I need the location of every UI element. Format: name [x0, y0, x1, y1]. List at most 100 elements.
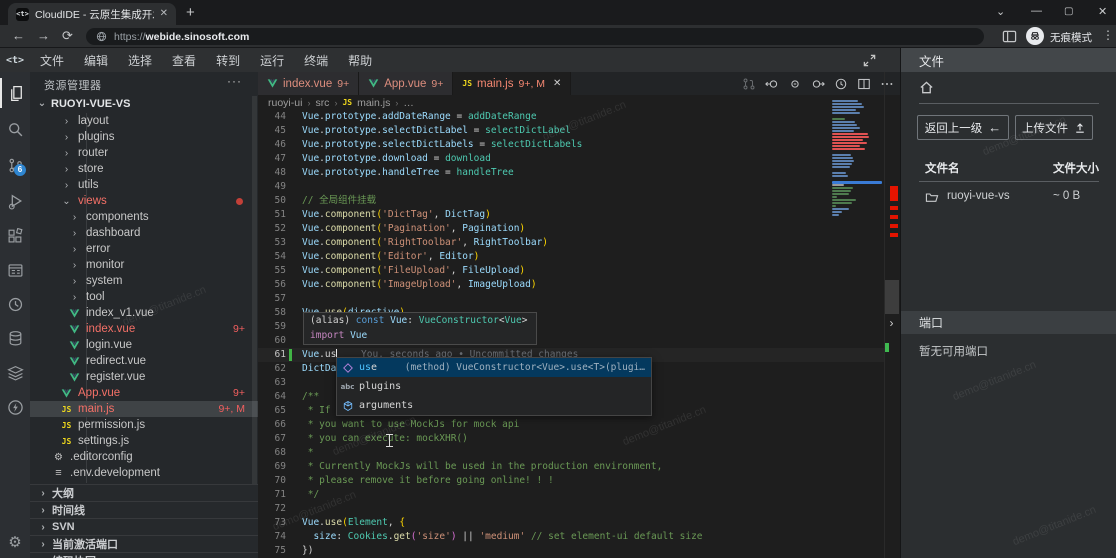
- browser-forward-icon[interactable]: →: [37, 29, 50, 43]
- browser-refresh-icon[interactable]: ⟳: [62, 29, 73, 43]
- tree-item-register.vue[interactable]: register.vue: [30, 369, 258, 385]
- activity-layers-icon[interactable]: [0, 358, 30, 388]
- code-line-70[interactable]: 70 * please remove it before going onlin…: [258, 474, 884, 488]
- activity-timeline-icon[interactable]: [0, 289, 30, 319]
- incognito-avatar-icon[interactable]: [1026, 27, 1044, 45]
- menu-item-文件[interactable]: 文件: [30, 52, 74, 69]
- code-line-53[interactable]: 53Vue.component('RightToolbar', RightToo…: [258, 236, 884, 250]
- browser-tab[interactable]: <t> CloudIDE - 云原生集成开发环境 ✕: [8, 3, 176, 25]
- expand-panel-chevron-icon[interactable]: ›: [884, 314, 899, 332]
- tree-item-permission.js[interactable]: JSpermission.js: [30, 417, 258, 433]
- home-icon[interactable]: [919, 80, 934, 95]
- suggestion-arguments[interactable]: arguments: [337, 396, 651, 415]
- suggestion-use[interactable]: use(method) VueConstructor<Vue>.use<T>(p…: [337, 358, 651, 377]
- nav-back-circle-icon[interactable]: [765, 77, 779, 91]
- tree-item-error[interactable]: ›error: [30, 241, 258, 257]
- activity-search-icon[interactable]: [0, 114, 30, 144]
- tree-item-components[interactable]: ›components: [30, 209, 258, 225]
- tree-item-.env.development[interactable]: ≡.env.development: [30, 465, 258, 481]
- ports-section-header[interactable]: 端口: [901, 311, 1116, 334]
- file-row-name[interactable]: ruoyi-vue-vs: [947, 190, 1010, 202]
- editor-tab-App.vue[interactable]: App.vue9+: [359, 72, 453, 95]
- section-header-编码协同[interactable]: ›编码协同: [30, 552, 258, 558]
- editor-scrollbar-thumb[interactable]: [885, 280, 899, 314]
- pull-request-icon[interactable]: [742, 77, 756, 91]
- code-line-44[interactable]: 44Vue.prototype.addDateRange = addDateRa…: [258, 110, 884, 124]
- code-line-56[interactable]: 56Vue.component('ImageUpload', ImageUplo…: [258, 278, 884, 292]
- go-up-button[interactable]: 返回上一级 ←: [917, 115, 1009, 140]
- activity-explorer-icon[interactable]: [0, 78, 30, 108]
- code-line-66[interactable]: 66 * you want to use MockJs for mock api: [258, 418, 884, 432]
- activity-database-icon[interactable]: [0, 323, 30, 353]
- section-header-当前激活端口[interactable]: ›当前激活端口: [30, 535, 258, 552]
- window-maximize-icon[interactable]: ▢: [1064, 6, 1073, 17]
- tree-item-redirect.vue[interactable]: redirect.vue: [30, 353, 258, 369]
- editor-tab-index.vue[interactable]: index.vue9+: [258, 72, 359, 95]
- code-line-54[interactable]: 54Vue.component('Editor', Editor): [258, 250, 884, 264]
- breadcrumb-item[interactable]: main.js: [357, 97, 390, 109]
- tree-item-plugins[interactable]: ›plugins: [30, 129, 258, 145]
- address-bar[interactable]: https:// webide.sinosoft.com: [86, 28, 984, 45]
- activity-extensions-icon[interactable]: [0, 221, 30, 251]
- tree-item-login.vue[interactable]: login.vue: [30, 337, 258, 353]
- breadcrumb-item[interactable]: src: [315, 97, 329, 109]
- suggestion-plugins[interactable]: abcplugins: [337, 377, 651, 396]
- tree-item-utils[interactable]: ›utils: [30, 177, 258, 193]
- code-line-74[interactable]: 74 size: Cookies.get('size') || 'medium'…: [258, 530, 884, 544]
- tab-close-icon[interactable]: ✕: [553, 78, 561, 89]
- code-line-48[interactable]: 48Vue.prototype.handleTree = handleTree: [258, 166, 884, 180]
- code-line-51[interactable]: 51Vue.component('DictTag', DictTag): [258, 208, 884, 222]
- fullscreen-icon[interactable]: [862, 53, 877, 68]
- menu-item-查看[interactable]: 查看: [162, 52, 206, 69]
- window-minimize-icon[interactable]: —: [1031, 5, 1042, 17]
- code-line-52[interactable]: 52Vue.component('Pagination', Pagination…: [258, 222, 884, 236]
- activity-bolt-icon[interactable]: [0, 392, 30, 422]
- breadcrumb-item[interactable]: ruoyi-ui: [268, 97, 302, 109]
- breadcrumb[interactable]: ruoyi-ui›src›JSmain.js›…: [268, 95, 828, 110]
- code-line-67[interactable]: 67 * you can execute: mockXHR(): [258, 432, 884, 446]
- split-editor-icon[interactable]: [857, 77, 871, 91]
- code-line-75[interactable]: 75}): [258, 544, 884, 558]
- tree-item-index.vue[interactable]: index.vue9+: [30, 321, 258, 337]
- editor-tab-main.js[interactable]: JSmain.js9+, M✕: [453, 72, 571, 95]
- menu-item-编辑[interactable]: 编辑: [74, 52, 118, 69]
- section-header-大纲[interactable]: ›大纲: [30, 484, 258, 501]
- tree-item-router[interactable]: ›router: [30, 145, 258, 161]
- activity-report-icon[interactable]: [0, 255, 30, 285]
- upload-file-button[interactable]: 上传文件: [1015, 115, 1093, 140]
- nav-dot-circle-icon[interactable]: [788, 77, 802, 91]
- nav-forward-circle-icon[interactable]: [811, 77, 825, 91]
- tree-item-main.js[interactable]: JSmain.js9+, M: [30, 401, 258, 417]
- section-header-SVN[interactable]: ›SVN: [30, 518, 258, 535]
- menu-item-终端[interactable]: 终端: [294, 52, 338, 69]
- tree-item-index_v1.vue[interactable]: index_v1.vue: [30, 305, 258, 321]
- tree-item-system[interactable]: ›system: [30, 273, 258, 289]
- breadcrumb-item[interactable]: …: [403, 97, 414, 109]
- history-icon[interactable]: [834, 77, 848, 91]
- code-line-50[interactable]: 50// 全局组件挂载: [258, 194, 884, 208]
- tree-item-store[interactable]: ›store: [30, 161, 258, 177]
- activity-run-debug-icon[interactable]: [0, 186, 30, 216]
- sidebar-scrollbar[interactable]: [252, 96, 257, 488]
- tree-item-.editorconfig[interactable]: ⚙.editorconfig: [30, 449, 258, 465]
- tree-item-views[interactable]: ⌄views: [30, 193, 258, 209]
- settings-gear-icon[interactable]: ⚙: [0, 527, 30, 557]
- tree-item-App.vue[interactable]: App.vue9+: [30, 385, 258, 401]
- browser-back-icon[interactable]: ←: [12, 29, 25, 43]
- code-line-55[interactable]: 55Vue.component('FileUpload', FileUpload…: [258, 264, 884, 278]
- new-tab-button[interactable]: +: [186, 4, 195, 21]
- code-line-73[interactable]: 73Vue.use(Element, {: [258, 516, 884, 530]
- code-line-69[interactable]: 69 * Currently MockJs will be used in th…: [258, 460, 884, 474]
- explorer-more-actions-icon[interactable]: ···: [227, 74, 242, 88]
- code-line-46[interactable]: 46Vue.prototype.selectDictLabels = selec…: [258, 138, 884, 152]
- tree-item-dashboard[interactable]: ›dashboard: [30, 225, 258, 241]
- menu-item-运行[interactable]: 运行: [250, 52, 294, 69]
- window-chevron-icon[interactable]: ⌄: [996, 5, 1005, 18]
- browser-menu-icon[interactable]: ⋮: [1102, 28, 1114, 42]
- tree-item-settings.js[interactable]: JSsettings.js: [30, 433, 258, 449]
- tree-item-tool[interactable]: ›tool: [30, 289, 258, 305]
- window-close-icon[interactable]: ✕: [1098, 5, 1107, 18]
- code-line-47[interactable]: 47Vue.prototype.download = download: [258, 152, 884, 166]
- minimap[interactable]: [830, 100, 882, 300]
- code-line-71[interactable]: 71 */: [258, 488, 884, 502]
